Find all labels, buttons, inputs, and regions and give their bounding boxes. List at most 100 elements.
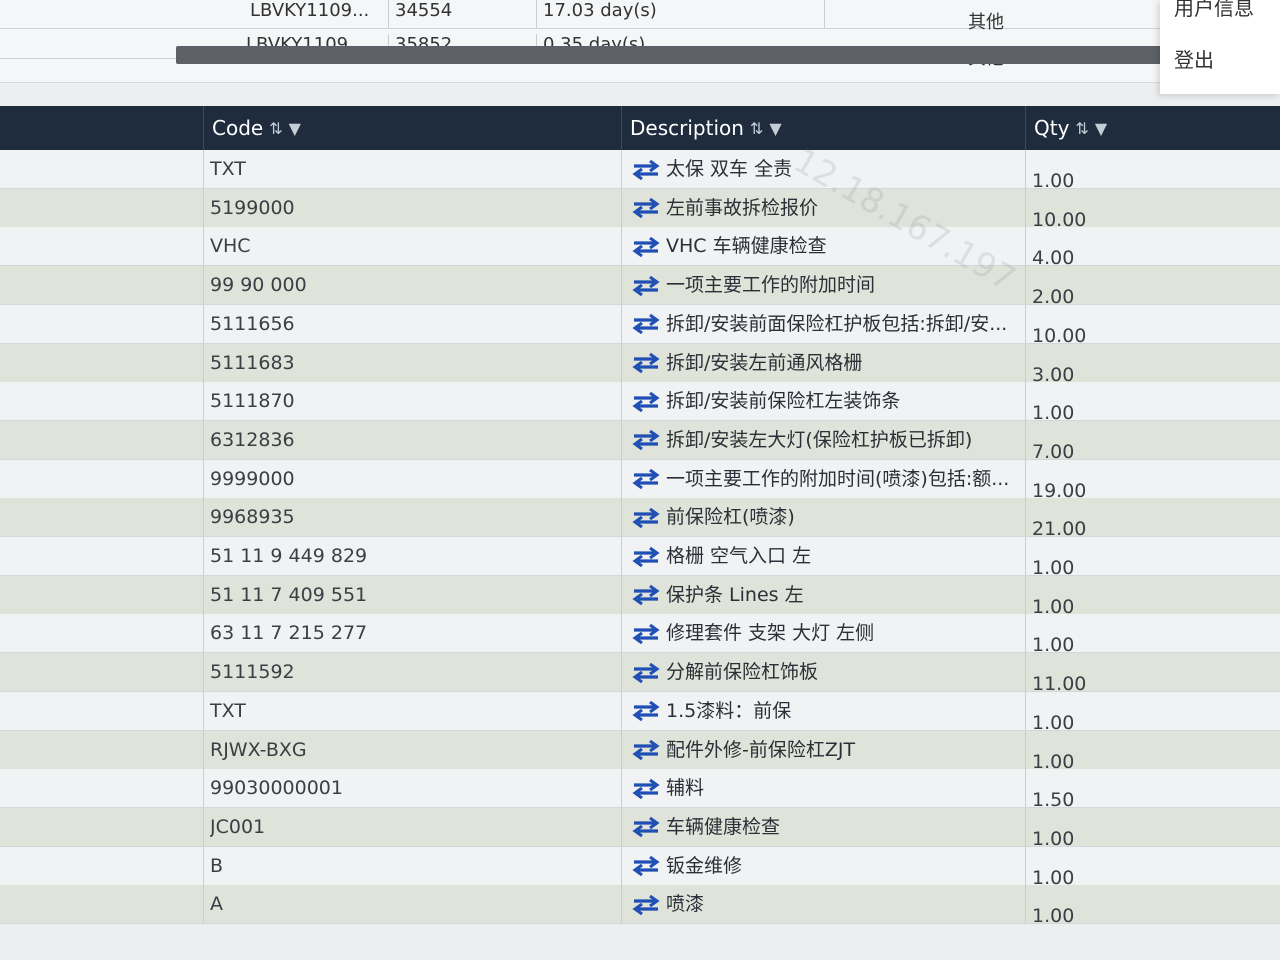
- swap-arrows-icon[interactable]: [632, 701, 662, 722]
- column-divider: [1025, 575, 1026, 614]
- swap-arrows-icon[interactable]: [632, 894, 662, 915]
- swap-arrows-icon[interactable]: [632, 856, 662, 877]
- table-row[interactable]: B 钣金维修 1.00: [0, 846, 1280, 889]
- description-cell: 拆卸/安装左前通风格栅: [632, 344, 1012, 382]
- table-row[interactable]: 5111870 拆卸/安装前保险杠左装饰条 1.00: [0, 382, 1280, 424]
- sort-icon[interactable]: ⇅: [269, 119, 282, 138]
- description-text: 配件外修-前保险杠ZJT: [666, 738, 856, 761]
- table-row[interactable]: TXT 太保 双车 全责 1.00: [0, 150, 1280, 192]
- row-selector[interactable]: [0, 189, 200, 227]
- table-row[interactable]: A 喷漆 1.00: [0, 885, 1280, 927]
- row-selector[interactable]: [0, 769, 200, 807]
- description-cell: 分解前保险杠饰板: [632, 653, 1012, 691]
- row-selector[interactable]: [0, 460, 200, 498]
- row-selector[interactable]: [0, 382, 200, 420]
- row-selector[interactable]: [0, 731, 200, 769]
- table-row[interactable]: 5111592 分解前保险杠饰板 11.00: [0, 653, 1280, 695]
- row-selector[interactable]: [0, 421, 200, 459]
- column-divider: [621, 807, 622, 846]
- column-header-label: Description: [630, 116, 744, 140]
- column-divider: [1025, 769, 1026, 808]
- swap-arrows-icon[interactable]: [632, 469, 662, 490]
- description-cell: 修理套件 支架 大灯 左侧: [632, 614, 1012, 652]
- row-selector[interactable]: [0, 576, 200, 614]
- table-row[interactable]: 99 90 000 一项主要工作的附加时间 2.00: [0, 266, 1280, 308]
- row-selector[interactable]: [0, 498, 200, 536]
- sort-icon[interactable]: ⇅: [750, 119, 763, 138]
- table-row[interactable]: 51 11 9 449 829 格栅 空气入口 左 1.00: [0, 537, 1280, 579]
- swap-arrows-icon[interactable]: [632, 623, 662, 644]
- row-selector[interactable]: [0, 847, 200, 885]
- filter-icon[interactable]: ▼: [289, 119, 301, 138]
- column-divider: [621, 420, 622, 459]
- table-row[interactable]: RJWX-BXG 配件外修-前保险杠ZJT 1.00: [0, 730, 1280, 773]
- swap-arrows-icon[interactable]: [632, 198, 662, 219]
- row-selector[interactable]: [0, 150, 200, 188]
- row-selector[interactable]: [0, 653, 200, 691]
- column-divider: [621, 575, 622, 614]
- vin-cell: LBVKY1109...: [250, 0, 370, 21]
- column-divider: [203, 382, 204, 421]
- column-divider: [1025, 614, 1026, 653]
- swap-arrows-icon[interactable]: [632, 159, 662, 180]
- table-row[interactable]: 5199000 左前事故拆检报价 10.00: [0, 188, 1280, 231]
- user-info-link[interactable]: 用户信息: [1160, 0, 1254, 21]
- swap-arrows-icon[interactable]: [632, 430, 662, 451]
- row-selector[interactable]: [0, 692, 200, 730]
- table-row[interactable]: VHC VHC 车辆健康检查 4.00: [0, 227, 1280, 269]
- row-selector[interactable]: [0, 614, 200, 652]
- table-row[interactable]: JC001 车辆健康检查 1.00: [0, 807, 1280, 850]
- swap-arrows-icon[interactable]: [632, 391, 662, 412]
- divider-cell: [824, 0, 955, 28]
- row-selector[interactable]: [0, 227, 200, 265]
- column-header-code[interactable]: Code ⇅ ▼: [203, 106, 621, 150]
- table-row[interactable]: 99030000001 辅料 1.50: [0, 769, 1280, 811]
- swap-arrows-icon[interactable]: [632, 740, 662, 760]
- sort-icon[interactable]: ⇅: [1075, 119, 1088, 138]
- column-divider: [621, 227, 622, 266]
- swap-arrows-icon[interactable]: [632, 507, 662, 528]
- swap-arrows-icon[interactable]: [632, 275, 662, 296]
- table-row[interactable]: 5111683 拆卸/安装左前通风格栅 3.00: [0, 343, 1280, 386]
- logout-link[interactable]: 登出: [1160, 44, 1214, 73]
- swap-arrows-icon[interactable]: [632, 314, 662, 335]
- row-selector[interactable]: [0, 537, 200, 575]
- swap-arrows-icon[interactable]: [632, 778, 662, 799]
- table-row[interactable]: 63 11 7 215 277 修理套件 支架 大灯 左侧 1.00: [0, 614, 1280, 656]
- duration-cell: 17.03 day(s): [536, 0, 683, 28]
- column-divider: [1025, 227, 1026, 266]
- row-selector[interactable]: [0, 885, 200, 923]
- table-row[interactable]: 5111656 拆卸/安装前面保险杠护板包括:拆卸/安... 10.00: [0, 304, 1280, 347]
- description-text: VHC 车辆健康检查: [666, 235, 827, 258]
- table-row[interactable]: 9968935 前保险杠(喷漆) 21.00: [0, 498, 1280, 540]
- description-cell: 保护条 Lines 左: [632, 576, 1012, 614]
- filter-icon[interactable]: ▼: [769, 119, 781, 138]
- column-header-description[interactable]: Description ⇅ ▼: [621, 106, 1025, 150]
- swap-arrows-icon[interactable]: [632, 585, 662, 606]
- column-divider: [203, 498, 204, 537]
- row-selector[interactable]: [0, 344, 200, 382]
- row-selector[interactable]: [0, 305, 200, 343]
- swap-arrows-icon[interactable]: [632, 546, 662, 567]
- row-selector[interactable]: [0, 266, 200, 304]
- swap-arrows-icon[interactable]: [632, 662, 662, 683]
- column-header-qty[interactable]: Qty ⇅ ▼: [1025, 106, 1280, 150]
- code-cell: 5111870: [210, 390, 295, 413]
- table-row[interactable]: TXT 1.5漆料：前保 1.00: [0, 691, 1280, 734]
- column-divider: [1025, 653, 1026, 692]
- filter-icon[interactable]: ▼: [1095, 119, 1107, 138]
- swap-arrows-icon[interactable]: [632, 353, 662, 373]
- description-text: 格栅 空气入口 左: [666, 545, 812, 567]
- horizontal-scrollbar[interactable]: [176, 46, 1166, 64]
- swap-arrows-icon[interactable]: [632, 236, 662, 257]
- table-row[interactable]: 6312836 拆卸/安装左大灯(保险杠护板已拆卸) 7.00: [0, 420, 1280, 463]
- description-cell: 拆卸/安装前面保险杠护板包括:拆卸/安...: [632, 305, 1012, 343]
- column-divider: [203, 614, 204, 653]
- swap-arrows-icon[interactable]: [632, 817, 662, 838]
- row-selector[interactable]: [0, 808, 200, 846]
- code-cell: JC001: [210, 815, 266, 838]
- column-divider: [203, 227, 204, 266]
- table-row[interactable]: 9999000 一项主要工作的附加时间(喷漆)包括:额... 19.00: [0, 459, 1280, 502]
- table-row[interactable]: 51 11 7 409 551 保护条 Lines 左 1.00: [0, 575, 1280, 618]
- top-list-row[interactable]: LBVKY1109... 34554 17.03 day(s) 其他: [0, 0, 1160, 33]
